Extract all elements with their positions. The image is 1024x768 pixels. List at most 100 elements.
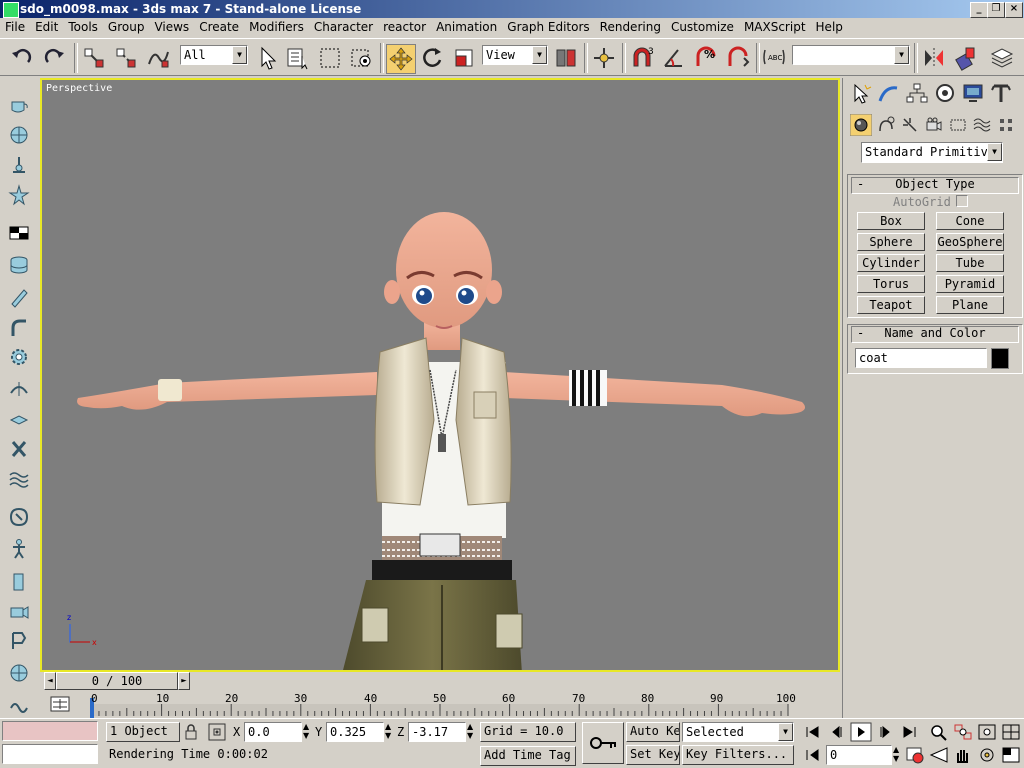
menu-reactor[interactable]: reactor: [378, 18, 431, 34]
pan-hand-icon[interactable]: [952, 745, 974, 765]
time-slider-thumb[interactable]: 0 / 100: [56, 672, 178, 690]
zoom-icon[interactable]: [928, 722, 950, 742]
arc-rotate-icon[interactable]: [976, 745, 998, 765]
viewport-perspective[interactable]: Perspective x z: [40, 78, 840, 672]
y-spinner-icon[interactable]: ▲ ▼: [385, 722, 391, 740]
menu-modifiers[interactable]: Modifiers: [244, 18, 309, 34]
hierarchy-tab-icon[interactable]: [905, 82, 929, 104]
menu-edit[interactable]: Edit: [30, 18, 63, 34]
select-and-scale-icon[interactable]: [450, 44, 478, 72]
key-mode-toggle-icon[interactable]: [802, 745, 824, 765]
lock-selection-icon[interactable]: [184, 724, 198, 740]
select-and-link-icon[interactable]: [80, 44, 108, 72]
go-to-start-icon[interactable]: [802, 722, 824, 742]
next-frame-icon[interactable]: [874, 722, 896, 742]
close-button[interactable]: ×: [1005, 2, 1023, 18]
select-object-icon[interactable]: [254, 44, 282, 72]
sphere-button[interactable]: Sphere: [857, 233, 925, 251]
time-slider-prev-icon[interactable]: ◄: [44, 672, 56, 690]
select-and-manipulate-icon[interactable]: [590, 44, 618, 72]
menu-create[interactable]: Create: [194, 18, 244, 34]
autogrid-checkbox[interactable]: [956, 195, 968, 207]
particle-icon[interactable]: [8, 184, 30, 206]
maxscript-input[interactable]: [2, 744, 98, 764]
lights-icon[interactable]: [900, 115, 920, 135]
menu-help[interactable]: Help: [811, 18, 848, 34]
rectangular-selection-icon[interactable]: [316, 44, 344, 72]
name-color-rollout-title[interactable]: - Name and Color: [851, 326, 1019, 343]
menu-views[interactable]: Views: [149, 18, 194, 34]
display-tab-icon[interactable]: [961, 82, 985, 104]
named-selection-dropdown[interactable]: ▼: [792, 45, 910, 65]
zoom-all-icon[interactable]: [952, 722, 974, 742]
bone-icon[interactable]: [8, 570, 30, 592]
play-icon[interactable]: [850, 722, 872, 742]
select-and-move-icon[interactable]: [386, 44, 416, 74]
box-button[interactable]: Box: [857, 212, 925, 230]
hose-icon[interactable]: [8, 316, 30, 338]
helpers-icon[interactable]: [948, 115, 968, 135]
use-pivot-center-icon[interactable]: [552, 44, 580, 72]
gear-icon[interactable]: [8, 346, 30, 368]
snaps-toggle-icon[interactable]: 3: [628, 44, 656, 72]
current-frame-field[interactable]: 0: [826, 745, 892, 765]
menu-tools[interactable]: Tools: [63, 18, 103, 34]
zoom-extents-all-icon[interactable]: [1000, 722, 1022, 742]
time-slider-next-icon[interactable]: ►: [178, 672, 190, 690]
cameras-icon[interactable]: [924, 115, 944, 135]
selection-filter-dropdown[interactable]: All ▼: [180, 45, 248, 65]
object-color-swatch[interactable]: [991, 348, 1009, 369]
track-bar[interactable]: 0 10 20 30 40 50 60 70 80 90 100: [40, 692, 840, 718]
menu-file[interactable]: File: [0, 18, 30, 34]
cone-button[interactable]: Cone: [936, 212, 1004, 230]
create-tab-icon[interactable]: [849, 82, 873, 104]
maxscript-listener-mini[interactable]: [2, 721, 98, 741]
menu-rendering[interactable]: Rendering: [595, 18, 666, 34]
utilities-tab-icon[interactable]: [989, 82, 1013, 104]
menu-character[interactable]: Character: [309, 18, 378, 34]
field-of-view-icon[interactable]: [928, 745, 950, 765]
app-icon[interactable]: [3, 2, 19, 18]
set-key-big-button[interactable]: [582, 722, 624, 764]
reference-coordinate-dropdown[interactable]: View ▼: [482, 45, 548, 65]
select-and-rotate-icon[interactable]: [418, 44, 446, 72]
add-time-tag[interactable]: Add Time Tag: [480, 746, 576, 766]
camera-icon[interactable]: [8, 600, 30, 622]
tube-button[interactable]: Tube: [936, 254, 1004, 272]
menu-maxscript[interactable]: MAXScript: [739, 18, 811, 34]
helper-icon[interactable]: [8, 662, 30, 684]
checker-material-icon[interactable]: [8, 222, 30, 244]
undo-icon[interactable]: [8, 44, 36, 72]
absolute-mode-icon[interactable]: [208, 723, 226, 741]
z-spinner-icon[interactable]: ▲ ▼: [467, 722, 473, 740]
systems-icon[interactable]: [996, 115, 1016, 135]
edit-named-selection-icon[interactable]: ABC: [760, 44, 788, 72]
twist-icon[interactable]: [8, 438, 30, 460]
cylinder-stack-icon[interactable]: [8, 254, 30, 276]
shapes-icon[interactable]: [876, 115, 896, 135]
modify-tab-icon[interactable]: [877, 82, 901, 104]
geosphere-button[interactable]: GeoSphere: [936, 233, 1004, 251]
sphere-icon[interactable]: [8, 124, 30, 146]
geometry-icon[interactable]: [850, 114, 872, 136]
space-warps-icon[interactable]: [972, 115, 992, 135]
wave-icon[interactable]: [8, 468, 30, 490]
unlink-selection-icon[interactable]: [112, 44, 140, 72]
spring-icon[interactable]: [8, 694, 30, 716]
window-crossing-icon[interactable]: [348, 44, 376, 72]
object-type-rollout-title[interactable]: - Object Type: [851, 177, 1019, 194]
time-configuration-icon[interactable]: [904, 745, 926, 765]
menu-animation[interactable]: Animation: [431, 18, 502, 34]
dummy-icon[interactable]: [8, 630, 30, 652]
angle-snap-icon[interactable]: [660, 44, 688, 72]
loop-icon[interactable]: [8, 506, 30, 528]
tube-icon[interactable]: [8, 286, 30, 308]
x-coordinate-field[interactable]: 0.0: [244, 722, 302, 742]
z-coordinate-field[interactable]: -3.17: [408, 722, 466, 742]
select-by-name-icon[interactable]: [284, 44, 312, 72]
bind-to-space-warp-icon[interactable]: [144, 44, 172, 72]
go-to-end-icon[interactable]: [898, 722, 920, 742]
key-filters-button[interactable]: Key Filters...: [682, 745, 794, 765]
plane-button[interactable]: Plane: [936, 296, 1004, 314]
previous-frame-icon[interactable]: [826, 722, 848, 742]
